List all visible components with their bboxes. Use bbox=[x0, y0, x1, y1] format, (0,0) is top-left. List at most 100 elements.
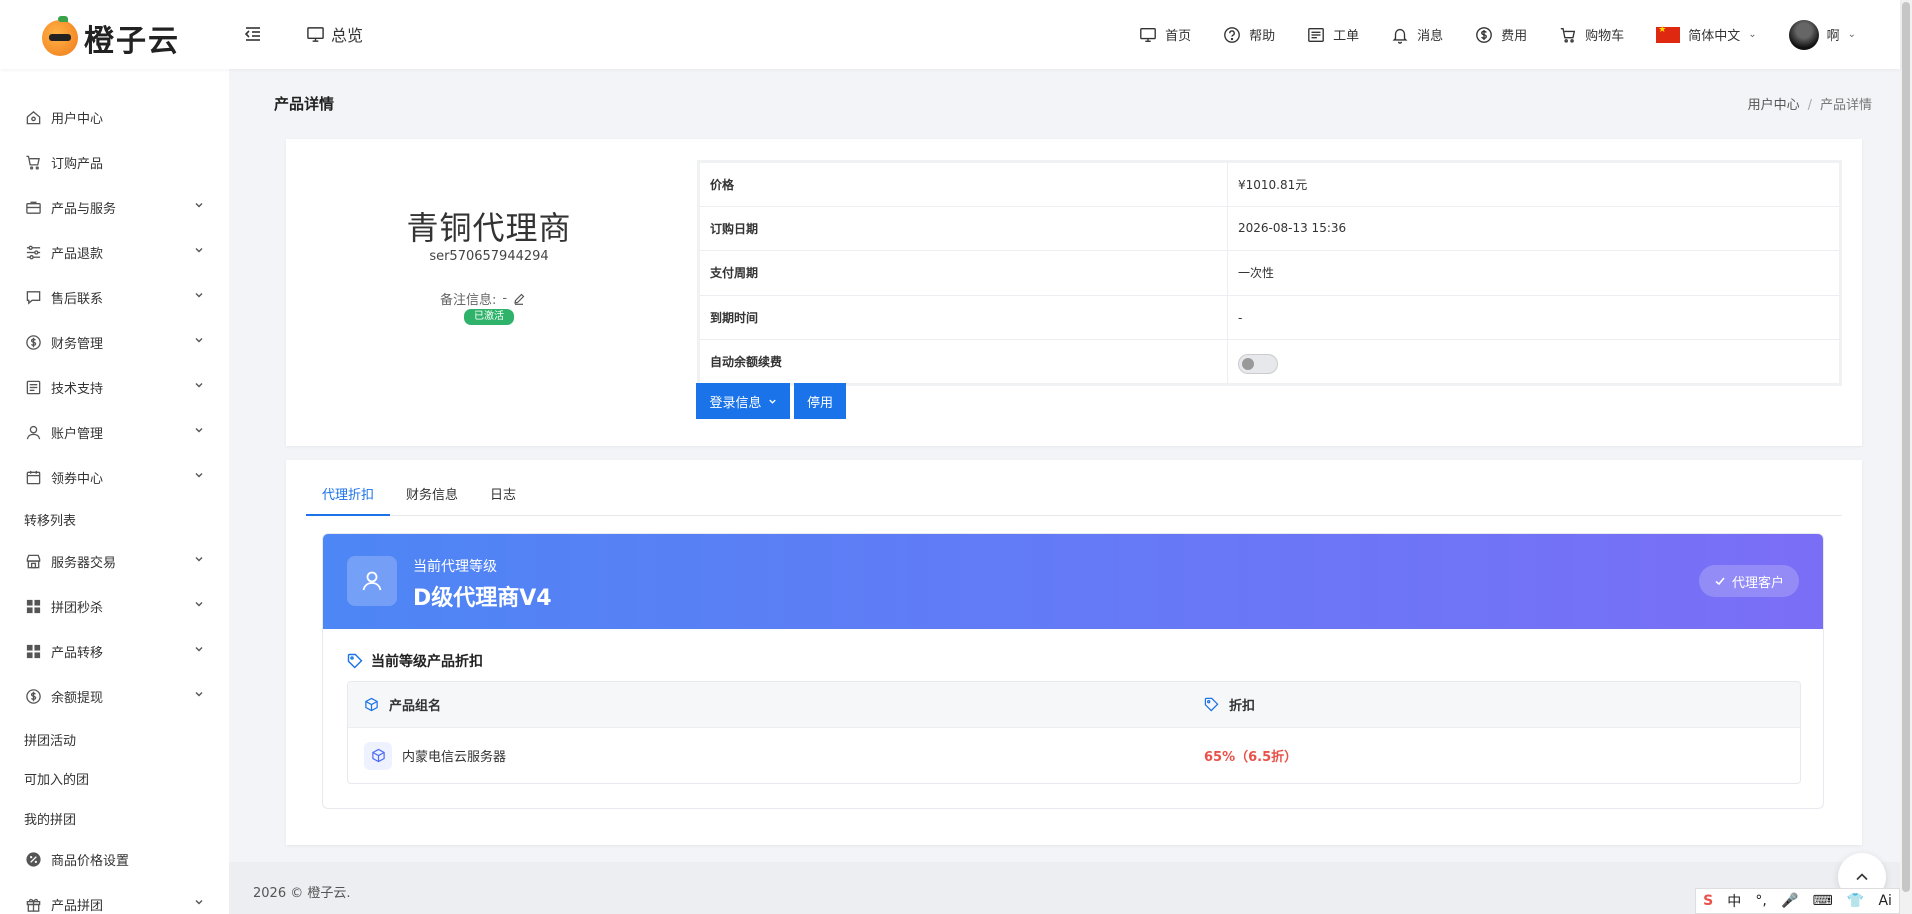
chat-icon bbox=[24, 288, 42, 306]
sidebar-item-my-groups[interactable]: 我的拼团 bbox=[24, 806, 204, 830]
sidebar-item-label: 领券中心 bbox=[51, 471, 104, 487]
nav-help-label: 帮助 bbox=[1249, 29, 1276, 44]
discount-section-title: 当前等级产品折扣 bbox=[347, 651, 483, 671]
dollar-circle-icon bbox=[24, 333, 42, 351]
remark-row: 备注信息: - bbox=[440, 289, 525, 308]
ime-keyboard-icon[interactable]: ⌨ bbox=[1813, 893, 1833, 909]
language-selector[interactable]: 简体中文 ⌄ bbox=[1656, 25, 1757, 44]
ime-punctuation-icon[interactable]: °, bbox=[1755, 893, 1766, 909]
sidebar-item-coupons[interactable]: 领券中心 bbox=[24, 465, 204, 489]
sidebar-item-product-refund[interactable]: 产品退款 bbox=[24, 240, 204, 264]
sidebar-item-withdraw[interactable]: 余额提现 bbox=[24, 684, 204, 708]
sidebar-item-group-flash[interactable]: 拼团秒杀 bbox=[24, 594, 204, 618]
user-icon bbox=[24, 423, 42, 441]
ime-language-toggle[interactable]: 中 bbox=[1727, 891, 1741, 911]
brand-logo[interactable]: 橙子云 bbox=[42, 16, 180, 60]
sidebar-item-account[interactable]: 账户管理 bbox=[24, 420, 204, 444]
login-info-button[interactable]: 登录信息 bbox=[696, 383, 790, 419]
chevron-down-icon bbox=[195, 428, 203, 433]
chevron-up-icon bbox=[1856, 873, 1868, 881]
overview-link[interactable]: 总览 bbox=[306, 22, 363, 46]
table-row: 订购日期 2026-08-13 15:36 bbox=[698, 205, 1841, 252]
table-row: 支付周期 一次性 bbox=[698, 250, 1841, 296]
tab-log[interactable]: 日志 bbox=[474, 478, 532, 516]
sidebar-item-transfer-list[interactable]: 转移列表 bbox=[24, 507, 204, 531]
chevron-down-icon bbox=[195, 383, 203, 388]
nav-home[interactable]: 首页 bbox=[1139, 25, 1191, 44]
user-icon bbox=[347, 556, 397, 606]
sidebar-item-label: 账户管理 bbox=[51, 426, 104, 442]
user-menu[interactable]: 啊 ⌄ bbox=[1788, 19, 1856, 50]
orange-logo-icon bbox=[42, 16, 78, 56]
tag-icon bbox=[347, 653, 363, 669]
briefcase-icon bbox=[24, 198, 42, 216]
chevron-down-icon bbox=[195, 692, 203, 697]
stop-button[interactable]: 停用 bbox=[794, 383, 846, 419]
sidebar-item-price-settings[interactable]: 商品价格设置 bbox=[24, 847, 204, 871]
breadcrumb: 用户中心 / 产品详情 bbox=[1748, 94, 1872, 113]
nav-ticket[interactable]: 工单 bbox=[1307, 25, 1359, 44]
sidebar-item-tech-support[interactable]: 技术支持 bbox=[24, 375, 204, 399]
check-icon bbox=[1715, 577, 1725, 586]
current-level-label: 当前代理等级 bbox=[413, 559, 497, 575]
auto-renew-toggle[interactable] bbox=[1238, 353, 1278, 374]
tab-finance-info[interactable]: 财务信息 bbox=[390, 478, 474, 516]
sidebar-item-order-products[interactable]: 订购产品 bbox=[24, 150, 204, 174]
edit-icon[interactable] bbox=[513, 293, 525, 305]
product-name: 青铜代理商 bbox=[406, 209, 572, 247]
sidebar-item-product-group-buy[interactable]: 产品拼团 bbox=[24, 892, 204, 914]
sidebar-item-label: 产品拼团 bbox=[51, 898, 104, 914]
dollar-circle-icon bbox=[24, 687, 42, 705]
sidebar-item-products-services[interactable]: 产品与服务 bbox=[24, 195, 204, 219]
nav-help[interactable]: 帮助 bbox=[1223, 25, 1275, 44]
sidebar-item-joinable-groups[interactable]: 可加入的团 bbox=[24, 766, 204, 790]
nav-ticket-label: 工单 bbox=[1333, 29, 1360, 44]
sidebar-item-server-trade[interactable]: 服务器交易 bbox=[24, 549, 204, 573]
header-discount: 折扣 bbox=[1204, 695, 1800, 714]
chevron-down-icon: ⌄ bbox=[1748, 29, 1757, 40]
monitor-icon bbox=[307, 26, 324, 42]
breadcrumb-parent-link[interactable]: 用户中心 bbox=[1748, 98, 1800, 113]
ime-voice-icon[interactable]: 🎤 bbox=[1781, 893, 1798, 909]
sidebar-toggle-icon[interactable] bbox=[244, 25, 262, 43]
percent-badge-icon bbox=[24, 850, 42, 868]
info-label: 支付周期 bbox=[698, 250, 1228, 296]
sidebar-item-after-sales[interactable]: 售后联系 bbox=[24, 285, 204, 309]
monitor-icon bbox=[1140, 27, 1156, 42]
home-icon bbox=[24, 108, 42, 126]
brand-name: 橙子云 bbox=[84, 24, 180, 59]
sidebar-item-product-transfer[interactable]: 产品转移 bbox=[24, 639, 204, 663]
sidebar-item-label: 我的拼团 bbox=[24, 812, 77, 828]
cube-icon bbox=[364, 741, 392, 770]
sidebar-item-finance[interactable]: 财务管理 bbox=[24, 330, 204, 354]
agent-customers-button[interactable]: 代理客户 bbox=[1699, 565, 1799, 597]
info-value: 2026-08-13 15:36 bbox=[1227, 205, 1841, 252]
discount-title-text: 当前等级产品折扣 bbox=[371, 654, 483, 670]
sidebar-item-label: 余额提现 bbox=[51, 690, 104, 706]
chevron-down-icon bbox=[195, 338, 203, 343]
ime-logo-icon[interactable]: S bbox=[1703, 893, 1713, 909]
scrollbar-thumb[interactable] bbox=[1902, 2, 1910, 892]
discount-cell: 65%（6.5折） bbox=[1204, 746, 1800, 765]
nav-billing[interactable]: 费用 bbox=[1475, 25, 1527, 44]
document-icon bbox=[24, 378, 42, 396]
tag-icon bbox=[1204, 697, 1219, 712]
ime-toolbar: S 中 °, 🎤 ⌨ 👕 Ai bbox=[1695, 888, 1900, 914]
nav-messages-label: 消息 bbox=[1417, 29, 1444, 44]
nav-messages[interactable]: 消息 bbox=[1391, 25, 1443, 44]
nav-home-label: 首页 bbox=[1165, 29, 1192, 44]
ime-skin-icon[interactable]: 👕 bbox=[1847, 893, 1864, 909]
sidebar-item-label: 产品退款 bbox=[51, 246, 104, 262]
language-label: 简体中文 bbox=[1688, 29, 1741, 44]
gift-icon bbox=[24, 895, 42, 913]
agent-level-panel: 当前代理等级 D级代理商V4 代理客户 当前等级产品折扣 产品组名 折扣 内蒙电… bbox=[322, 533, 1824, 809]
ime-ai-icon[interactable]: Ai bbox=[1878, 893, 1891, 909]
chevron-down-icon bbox=[195, 900, 203, 905]
status-badge: 已激活 bbox=[464, 309, 514, 325]
page-scrollbar[interactable] bbox=[1900, 0, 1912, 914]
tab-agent-discount[interactable]: 代理折扣 bbox=[306, 478, 391, 516]
sidebar-item-user-center[interactable]: 用户中心 bbox=[24, 105, 204, 129]
sidebar-item-label: 拼团秒杀 bbox=[51, 600, 104, 616]
nav-cart[interactable]: 购物车 bbox=[1559, 25, 1624, 44]
sidebar-item-group-activity[interactable]: 拼团活动 bbox=[24, 727, 204, 751]
